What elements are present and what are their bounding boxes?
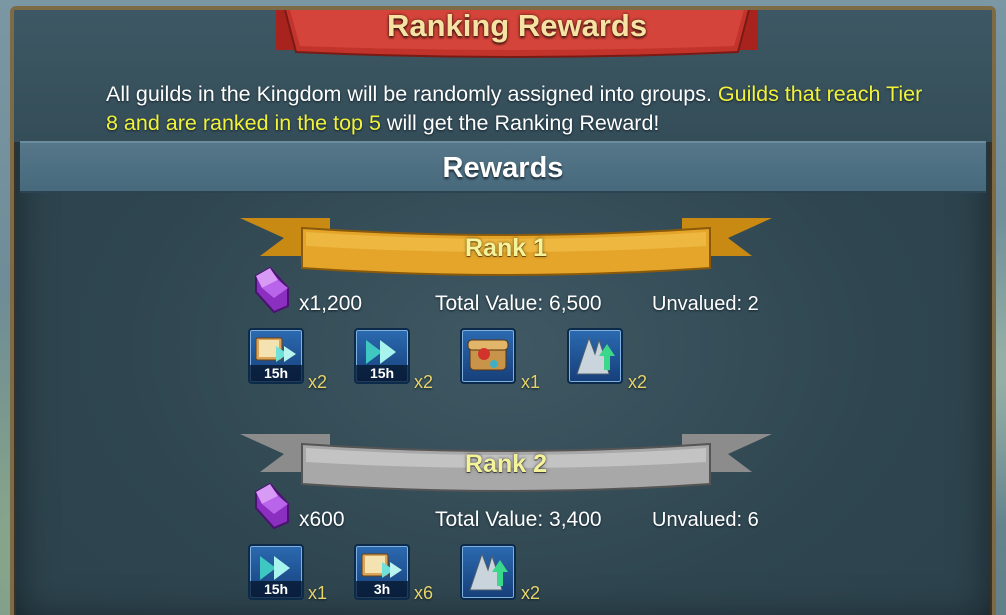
description-text: All guilds in the Kingdom will be random… <box>106 80 926 138</box>
guild-tier-boost-icon[interactable] <box>567 328 623 384</box>
rank-1-gem-count: x1,200 <box>299 292 363 315</box>
item-quantity: x2 <box>628 372 648 392</box>
item-quantity: x1 <box>521 372 541 392</box>
item-quantity: x2 <box>521 583 541 603</box>
item-duration: 15h <box>356 365 408 382</box>
item-duration: 15h <box>250 581 302 598</box>
title-ribbon: Ranking Rewards <box>276 8 758 58</box>
gem-icon <box>255 482 289 530</box>
item-quantity: x2 <box>414 372 434 392</box>
item-quantity: x1 <box>308 583 328 603</box>
item-quantity: x2 <box>308 372 328 392</box>
research-speedup-icon[interactable]: 15h <box>248 328 304 384</box>
speedup-icon[interactable]: 15h <box>354 328 410 384</box>
guild-tier-boost-icon[interactable] <box>460 544 516 600</box>
rank-1-banner: Rank 1 <box>240 212 772 278</box>
rank-2-label: Rank 2 <box>465 450 547 478</box>
speedup-icon[interactable]: 15h <box>248 544 304 600</box>
rank-2-unvalued: Unvalued: 6 <box>652 509 759 531</box>
rank-1-unvalued: Unvalued: 2 <box>652 293 759 315</box>
description-part1: All guilds in the Kingdom will be random… <box>106 82 718 106</box>
rank-2-total-value: Total Value: 3,400 <box>435 508 602 531</box>
rank-1-total-value: Total Value: 6,500 <box>435 292 602 315</box>
item-quantity: x6 <box>414 583 434 603</box>
rewards-heading: Rewards <box>442 152 564 184</box>
ranking-rewards-panel: Ranking Rewards All guilds in the Kingdo… <box>10 6 996 615</box>
research-speedup-icon[interactable]: 3h <box>354 544 410 600</box>
rewards-section-header: Rewards <box>20 141 986 193</box>
rank-2-gem-count: x600 <box>299 508 345 531</box>
item-duration: 3h <box>356 581 408 598</box>
scroll-chest-icon[interactable] <box>460 328 516 384</box>
item-duration: 15h <box>250 365 302 382</box>
rank-2-banner: Rank 2 <box>240 428 772 494</box>
rank-1-label: Rank 1 <box>465 234 547 262</box>
description-part2: will get the Ranking Reward! <box>380 111 660 135</box>
page-title: Ranking Rewards <box>386 8 648 43</box>
gem-icon <box>255 266 289 314</box>
